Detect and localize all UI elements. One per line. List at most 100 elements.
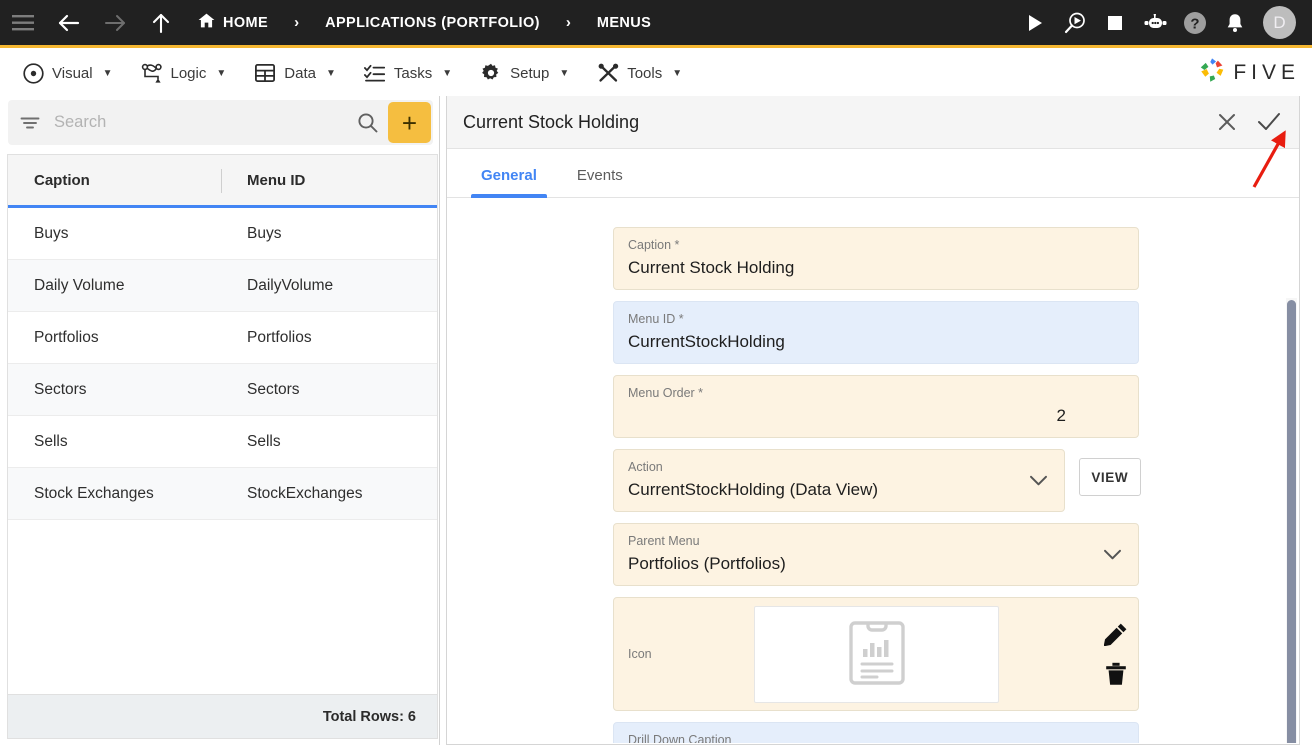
table-row[interactable]: Buys Buys [8, 208, 437, 260]
cell-caption: Daily Volume [34, 276, 125, 294]
cell-caption: Buys [34, 224, 69, 242]
field-drill-down-caption[interactable]: Drill Down Caption [613, 722, 1139, 743]
field-row-action: Action CurrentStockHolding (Data View) V… [613, 449, 1141, 512]
menu-label-logic: Logic [170, 64, 207, 82]
breadcrumb-item-home[interactable]: HOME [194, 13, 272, 32]
stop-icon[interactable] [1095, 0, 1135, 47]
add-record-button[interactable]: + [388, 102, 431, 143]
menu-item-tasks[interactable]: Tasks ▼ [350, 51, 466, 95]
breadcrumb-item-menus[interactable]: MENUS [593, 15, 655, 31]
home-icon [198, 13, 215, 32]
forward-arrow-icon[interactable] [92, 0, 138, 47]
menu-detail-panel: Current Stock Holding General Events Cap… [446, 96, 1300, 745]
field-label-drill-down-caption: Drill Down Caption [628, 733, 732, 743]
search-icon[interactable] [357, 112, 378, 133]
svg-text:?: ? [1190, 15, 1199, 32]
grid-footer-total-rows: Total Rows: 6 [8, 694, 437, 738]
help-icon[interactable]: ? [1175, 0, 1215, 47]
application-menu-bar: Visual ▼ Logic ▼ Data ▼ Tasks ▼ Setup ▼ … [0, 51, 1312, 95]
five-logo-text: FIVE [1233, 61, 1300, 84]
breadcrumb: HOME › APPLICATIONS (PORTFOLIO) › MENUS [194, 0, 655, 45]
breadcrumb-label-home: HOME [223, 14, 269, 31]
field-action[interactable]: Action CurrentStockHolding (Data View) [613, 449, 1065, 512]
menu-item-tools[interactable]: Tools ▼ [583, 51, 696, 95]
chevron-down-icon: ▼ [216, 67, 227, 79]
column-header-menu-id[interactable]: Menu ID [221, 172, 431, 189]
five-logo-mark-icon [1199, 57, 1226, 89]
scrollbar-thumb[interactable] [1287, 300, 1296, 743]
table-row[interactable]: Sectors Sectors [8, 364, 437, 416]
field-label-icon: Icon [628, 646, 652, 661]
icon-preview[interactable] [754, 606, 999, 703]
field-menu-id[interactable]: Menu ID * CurrentStockHolding [613, 301, 1139, 364]
table-icon [254, 62, 276, 84]
field-caption[interactable]: Caption * Current Stock Holding [613, 227, 1139, 290]
cell-caption: Stock Exchanges [34, 484, 154, 502]
menus-list-panel: + Caption Menu ID Buys Buys Daily Volume… [0, 96, 440, 745]
menu-item-data[interactable]: Data ▼ [240, 51, 350, 95]
chevron-down-icon[interactable] [1029, 473, 1048, 491]
field-label-menu-id: Menu ID * [628, 312, 684, 326]
cell-menu-id: DailyVolume [247, 276, 334, 294]
filter-icon[interactable] [20, 115, 40, 131]
breadcrumb-label-menus: MENUS [596, 14, 652, 31]
menu-item-logic[interactable]: Logic ▼ [127, 51, 241, 95]
breadcrumb-item-applications[interactable]: APPLICATIONS (PORTFOLIO) [321, 15, 544, 31]
flow-icon [141, 62, 163, 84]
table-row[interactable]: Portfolios Portfolios [8, 312, 437, 364]
back-arrow-icon[interactable] [46, 0, 92, 47]
report-document-icon [846, 617, 908, 692]
notifications-bell-icon[interactable] [1215, 0, 1255, 47]
menu-item-visual[interactable]: Visual ▼ [8, 51, 127, 95]
up-arrow-icon[interactable] [138, 0, 184, 47]
chevron-down-icon[interactable] [1103, 547, 1122, 565]
field-menu-order[interactable]: Menu Order * 2 [613, 375, 1139, 438]
chevron-down-icon: ▼ [442, 67, 453, 79]
close-icon[interactable] [1217, 112, 1237, 132]
field-icon: Icon [613, 597, 1139, 711]
cell-caption: Sells [34, 432, 68, 450]
run-icon[interactable] [1015, 0, 1055, 47]
cell-menu-id: Portfolios [247, 328, 312, 346]
menu-item-setup[interactable]: Setup ▼ [466, 51, 583, 95]
table-row[interactable]: Stock Exchanges StockExchanges [8, 468, 437, 520]
search-bar: + [8, 100, 433, 145]
detail-header: Current Stock Holding [447, 96, 1299, 149]
menu-label-tasks: Tasks [393, 64, 433, 82]
breadcrumb-separator-2: › [565, 14, 571, 31]
user-avatar[interactable]: D [1263, 6, 1296, 39]
grid-body: Buys Buys Daily Volume DailyVolume Portf… [8, 208, 437, 694]
field-label-menu-order: Menu Order * [628, 386, 704, 400]
debug-icon[interactable] [1055, 0, 1095, 47]
detail-form-area: Caption * Current Stock Holding Menu ID … [447, 198, 1299, 743]
cell-caption: Sectors [34, 380, 87, 398]
tab-general[interactable]: General [471, 167, 547, 198]
grid-header-row: Caption Menu ID [8, 155, 437, 208]
chevron-down-icon: ▼ [672, 67, 683, 79]
cell-menu-id: Buys [247, 224, 282, 242]
detail-tabs: General Events [447, 149, 1299, 198]
menu-label-visual: Visual [52, 64, 93, 82]
menu-label-data: Data [284, 64, 316, 82]
eye-icon [22, 62, 44, 84]
field-value-caption: Current Stock Holding [628, 258, 795, 277]
field-label-caption: Caption * [628, 238, 680, 252]
table-row[interactable]: Sells Sells [8, 416, 437, 468]
column-header-caption[interactable]: Caption [8, 172, 221, 189]
table-row[interactable]: Daily Volume DailyVolume [8, 260, 437, 312]
field-parent-menu[interactable]: Parent Menu Portfolios (Portfolios) [613, 523, 1139, 586]
view-action-button[interactable]: VIEW [1078, 458, 1141, 496]
hamburger-menu-icon[interactable] [0, 0, 46, 47]
column-divider [221, 169, 222, 193]
pencil-icon[interactable] [1104, 622, 1128, 646]
tab-events[interactable]: Events [567, 167, 633, 197]
confirm-checkmark-icon[interactable] [1257, 112, 1281, 132]
field-value-menu-order: 2 [1056, 406, 1066, 425]
search-input[interactable] [54, 113, 357, 132]
cell-menu-id: StockExchanges [247, 484, 363, 502]
trash-icon[interactable] [1105, 662, 1127, 686]
cell-menu-id: Sells [247, 432, 281, 450]
checklist-icon [364, 62, 386, 84]
top-navigation-bar: HOME › APPLICATIONS (PORTFOLIO) › MENUS [0, 0, 1312, 48]
chatbot-icon[interactable] [1135, 0, 1175, 47]
